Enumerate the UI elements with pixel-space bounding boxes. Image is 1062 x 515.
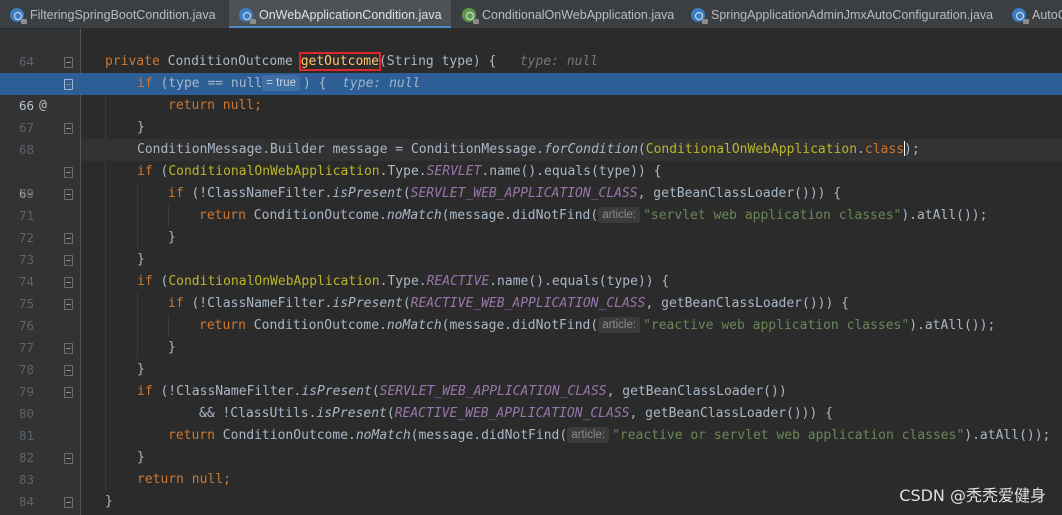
code-line-73[interactable]: 73 } [0,227,1062,267]
code-text: } [137,450,145,465]
editor-tab-bar: FilteringSpringBootCondition.java OnWebA… [0,0,1062,29]
code-text: if (ConditionalOnWebApplication.Type.REA… [137,274,670,289]
code-text: if (!ClassNameFilter.isPresent(REACTIVE_… [168,296,849,311]
class-icon [691,7,708,24]
tab-label: FilteringSpringBootCondition.java [30,7,216,22]
code-text: ConditionMessage.Builder message = Condi… [137,141,920,157]
code-line-64[interactable]: 64 [0,29,1062,69]
inline-debug-value: type: null [342,76,421,91]
code-line-68[interactable]: 68 } [0,117,1062,157]
code-text: private ConditionOutcome getOutcome(Stri… [105,52,599,71]
code-text: } [168,340,176,355]
tab-auto-configuration[interactable]: AutoCo [1002,0,1062,28]
class-icon [10,7,27,24]
code-line-82[interactable]: 82 return ConditionOutcome.noMatch(messa… [0,425,1062,465]
code-line-81[interactable]: 81 && !ClassUtils.isPresent(REACTIVE_WEB… [0,403,1062,443]
highlighted-method-name: getOutcome [298,52,381,71]
code-line-69-current[interactable]: 69 ConditionMessage.Builder message = Co… [0,139,1062,201]
tab-label: AutoCo [1032,7,1062,22]
code-line-72[interactable]: 72 return ConditionOutcome.noMatch(messa… [0,205,1062,245]
code-line-70[interactable]: 70 if (ConditionalOnWebApplication.Type.… [0,161,1062,201]
code-text: if (ConditionalOnWebApplication.Type.SER… [137,164,662,179]
code-text: return null; [137,472,231,487]
inline-debug-value: type: null [519,54,599,69]
class-icon [1012,7,1029,24]
code-text: return ConditionOutcome.noMatch(message.… [199,207,988,223]
code-text: } [137,252,145,267]
watermark: CSDN @秃秃爱健身 [899,486,1046,505]
parameter-hint: article: [567,427,610,443]
code-text: if (!ClassNameFilter.isPresent(SERVLET_W… [137,384,787,399]
fold-collapse-icon[interactable] [64,387,73,398]
tab-on-web-application-condition[interactable]: OnWebApplicationCondition.java [229,0,451,28]
fold-end-icon[interactable] [64,497,73,508]
code-line-83[interactable]: 83 } [0,447,1062,487]
code-text: } [168,230,176,245]
code-line-77[interactable]: 77 return ConditionOutcome.noMatch(messa… [0,315,1062,355]
class-icon [239,7,256,24]
code-text: && !ClassUtils.isPresent(REACTIVE_WEB_AP… [199,406,833,421]
fold-end-icon[interactable] [64,343,73,354]
parameter-hint: article: [598,317,641,333]
fold-end-icon[interactable] [64,123,73,134]
parameter-hint: article: [598,207,641,223]
tab-spring-application-admin-jmx-auto-configuration[interactable]: SpringApplicationAdminJmxAutoConfigurati… [681,0,1001,28]
code-line-76[interactable]: 76 if (!ClassNameFilter.isPresent(REACTI… [0,293,1062,333]
fold-collapse-icon[interactable] [64,299,73,310]
code-line-74[interactable]: 74 } [0,249,1062,289]
fold-collapse-icon[interactable] [64,79,73,90]
code-line-71[interactable]: 71 if (!ClassNameFilter.isPresent(SERVLE… [0,183,1062,223]
code-text: return ConditionOutcome.noMatch(message.… [199,317,996,333]
annotation-icon [462,7,479,24]
fold-collapse-icon[interactable] [64,57,73,68]
fold-end-icon[interactable] [64,255,73,266]
tab-filtering-spring-boot-condition[interactable]: FilteringSpringBootCondition.java [0,0,228,28]
code-text: if (type == null = true) { type: null [137,75,421,91]
code-line-78[interactable]: 78 } [0,337,1062,377]
fold-end-icon[interactable] [64,233,73,244]
tab-conditional-on-web-application[interactable]: ConditionalOnWebApplication.java [452,0,680,28]
tab-label: ConditionalOnWebApplication.java [482,7,675,22]
code-text: return ConditionOutcome.noMatch(message.… [168,427,1051,443]
code-text: return null; [168,98,262,113]
code-text: } [137,362,145,377]
evaluation-hint: = true [262,75,300,91]
fold-end-icon[interactable] [64,365,73,376]
code-line-79[interactable]: 79 } [0,359,1062,399]
fold-collapse-icon[interactable] [64,277,73,288]
code-text: } [105,494,113,509]
fold-end-icon[interactable] [64,453,73,464]
fold-collapse-icon[interactable] [64,167,73,178]
fold-collapse-icon[interactable] [64,189,73,200]
tab-label: OnWebApplicationCondition.java [259,7,442,22]
code-line-75[interactable]: 75 if (ConditionalOnWebApplication.Type.… [0,271,1062,311]
tab-label: SpringApplicationAdminJmxAutoConfigurati… [711,7,994,22]
code-line-80[interactable]: 80 if (!ClassNameFilter.isPresent(SERVLE… [0,381,1062,421]
code-line-65[interactable]: 65 @ private ConditionOutcome getOutcome… [0,51,1062,113]
code-line-66-breakpoint[interactable]: 66 if (type == null = true) { type: null [0,73,1062,113]
code-line-67[interactable]: 67 return null; [0,95,1062,135]
code-text: if (!ClassNameFilter.isPresent(SERVLET_W… [168,186,842,201]
code-text: } [137,120,145,135]
